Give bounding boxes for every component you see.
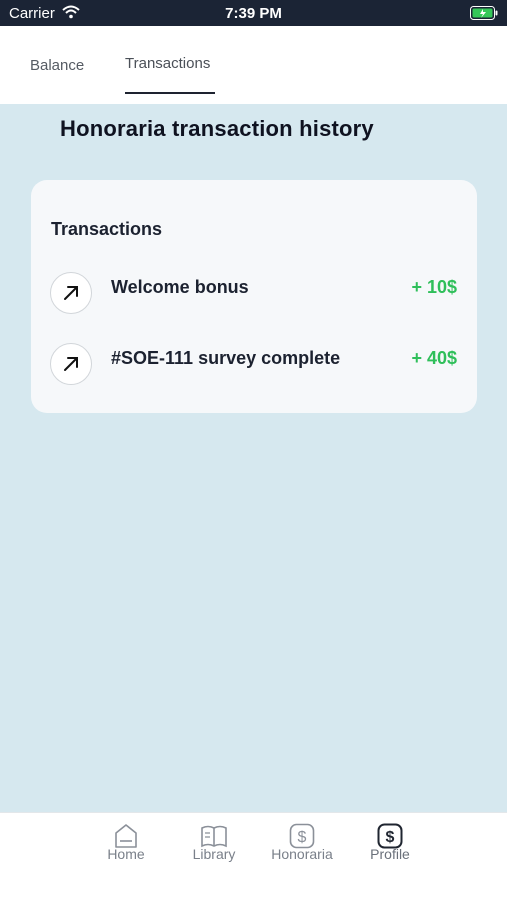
transaction-label: Welcome bonus: [111, 277, 249, 297]
nav-home-label: Home: [107, 846, 145, 862]
nav-library[interactable]: Library: [174, 823, 254, 862]
transaction-amount: + 40$: [411, 348, 457, 368]
battery-icon: [470, 6, 498, 20]
nav-honoraria[interactable]: $ Honoraria: [262, 823, 342, 862]
status-time: 7:39 PM: [225, 5, 282, 22]
arrow-up-right-icon: [50, 343, 92, 385]
active-tab-indicator: [125, 92, 215, 94]
nav-profile-label: Profile: [370, 846, 410, 862]
transaction-row[interactable]: #SOE-111 survey complete + 40$: [31, 343, 477, 387]
transaction-label: #SOE-111 survey complete: [111, 348, 341, 368]
nav-library-label: Library: [192, 846, 236, 862]
transaction-amount: + 10$: [411, 277, 457, 297]
page-title: Honoraria transaction history: [60, 116, 374, 141]
nav-home[interactable]: Home: [86, 823, 166, 862]
status-bar: Carrier 7:39 PM: [0, 0, 507, 26]
svg-text:$: $: [386, 829, 395, 846]
tab-balance[interactable]: Balance: [30, 57, 84, 74]
card-title: Transactions: [51, 219, 163, 239]
tab-transactions[interactable]: Transactions: [125, 55, 210, 72]
arrow-up-right-icon: [50, 272, 92, 314]
transactions-card: Transactions Welcome bonus + 10$ #SOE-11…: [31, 180, 477, 413]
top-tab-bar: Balance Transactions: [0, 26, 507, 104]
svg-text:$: $: [298, 829, 307, 846]
nav-honoraria-label: Honoraria: [271, 846, 333, 862]
transaction-row[interactable]: Welcome bonus + 10$: [31, 272, 477, 316]
bottom-nav: Home Library $ Honoraria $ Profile: [0, 812, 507, 901]
nav-profile[interactable]: $ Profile: [350, 823, 430, 862]
